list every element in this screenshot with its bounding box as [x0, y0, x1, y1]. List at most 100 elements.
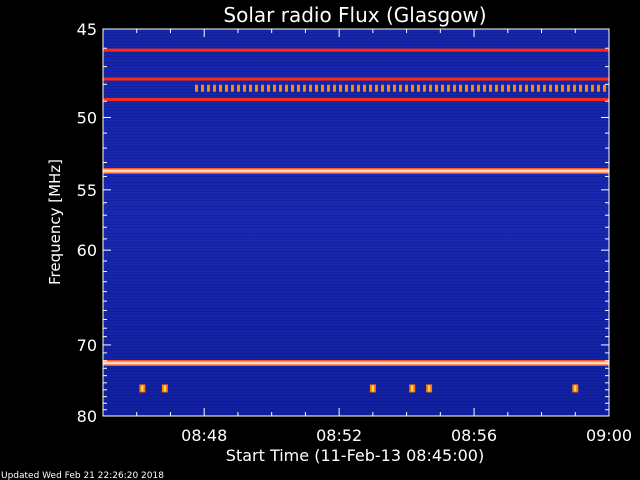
noise-stripe — [103, 278, 609, 279]
noise-stripe — [103, 116, 609, 117]
noise-stripe — [103, 230, 609, 231]
noise-stripe — [103, 227, 609, 228]
noise-stripe — [103, 272, 609, 273]
emission-band-dash — [579, 84, 582, 92]
emission-band-dash — [381, 84, 384, 92]
y-tick-label: 70 — [77, 336, 97, 355]
noise-stripe — [103, 356, 609, 357]
emission-band-dash — [327, 84, 330, 92]
noise-stripe — [103, 176, 609, 177]
noise-stripe — [103, 290, 609, 291]
noise-stripe — [103, 320, 609, 321]
y-tick-label: 80 — [77, 407, 97, 426]
noise-stripe — [103, 404, 609, 405]
noise-stripe — [103, 218, 609, 219]
noise-stripe — [103, 47, 609, 48]
emission-band-dash — [471, 84, 474, 92]
noise-stripe — [103, 152, 609, 153]
emission-band-dash — [345, 84, 348, 92]
x-tick-label: 09:00 — [586, 426, 632, 445]
noise-stripe — [103, 119, 609, 120]
noise-stripe — [103, 410, 609, 411]
emission-band-dash — [573, 84, 576, 92]
emission-band-dash — [393, 84, 396, 92]
emission-band-dash — [285, 84, 288, 92]
noise-stripe — [103, 167, 609, 168]
noise-stripe — [103, 317, 609, 318]
noise-stripe — [103, 353, 609, 354]
radio-burst-core — [141, 385, 144, 392]
emission-band-dash — [591, 84, 594, 92]
emission-band-dash — [267, 84, 270, 92]
noise-stripe — [103, 161, 609, 162]
noise-stripe — [103, 329, 609, 330]
emission-band-dash — [279, 84, 282, 92]
noise-stripe — [103, 182, 609, 183]
noise-stripe — [103, 401, 609, 402]
noise-stripe — [103, 287, 609, 288]
emission-band-dash — [417, 84, 420, 92]
emission-band-dash — [603, 84, 606, 92]
noise-stripe — [103, 263, 609, 264]
noise-stripe — [103, 335, 609, 336]
emission-band-dash — [309, 84, 312, 92]
noise-stripe — [103, 83, 609, 84]
noise-stripe — [103, 344, 609, 345]
emission-band-dash — [351, 84, 354, 92]
noise-stripe — [103, 299, 609, 300]
emission-band-dash — [495, 84, 498, 92]
noise-stripe — [103, 206, 609, 207]
y-axis-label: Frequency [MHz] — [46, 159, 64, 285]
noise-stripe — [103, 215, 609, 216]
emission-band-dash — [543, 84, 546, 92]
noise-stripe — [103, 185, 609, 186]
x-tick-label: 08:48 — [181, 426, 227, 445]
noise-stripe — [103, 239, 609, 240]
noise-stripe — [103, 32, 609, 33]
noise-stripe — [103, 65, 609, 66]
noise-stripe — [103, 284, 609, 285]
emission-band-dash — [465, 84, 468, 92]
emission-band-dash — [297, 84, 300, 92]
noise-stripe — [103, 260, 609, 261]
noise-stripe — [103, 347, 609, 348]
noise-stripe — [103, 236, 609, 237]
x-axis-label: Start Time (11-Feb-13 08:45:00) — [226, 446, 484, 465]
emission-band-dash — [387, 84, 390, 92]
noise-stripe — [103, 398, 609, 399]
noise-stripe — [103, 113, 609, 114]
emission-band-dash — [201, 84, 204, 92]
x-tick-label: 08:56 — [451, 426, 497, 445]
emission-band-dash — [555, 84, 558, 92]
noise-stripe — [103, 296, 609, 297]
noise-stripe — [103, 209, 609, 210]
noise-stripe — [103, 266, 609, 267]
noise-stripe — [103, 248, 609, 249]
spectrogram-figure: Solar radio Flux (Glasgow) 455055607080 … — [1, 3, 632, 480]
noise-stripe — [103, 302, 609, 303]
noise-stripe — [103, 197, 609, 198]
noise-stripe — [103, 149, 609, 150]
emission-band-dash — [441, 84, 444, 92]
noise-stripe — [103, 44, 609, 45]
noise-stripe — [103, 92, 609, 93]
emission-band-dash — [273, 84, 276, 92]
emission-band-dash — [195, 84, 198, 92]
noise-stripe — [103, 389, 609, 390]
emission-band-dash — [255, 84, 258, 92]
radio-burst-core — [411, 385, 414, 392]
noise-stripe — [103, 122, 609, 123]
emission-band-dash — [561, 84, 564, 92]
noise-stripe — [103, 338, 609, 339]
emission-band-dash — [489, 84, 492, 92]
emission-band-dash — [225, 84, 228, 92]
noise-stripe — [103, 62, 609, 63]
noise-stripe — [103, 395, 609, 396]
noise-stripe — [103, 350, 609, 351]
noise-stripe — [103, 368, 609, 369]
emission-band — [103, 98, 609, 102]
noise-stripe — [103, 95, 609, 96]
noise-stripe — [103, 56, 609, 57]
noise-stripe — [103, 35, 609, 36]
noise-stripe — [103, 131, 609, 132]
